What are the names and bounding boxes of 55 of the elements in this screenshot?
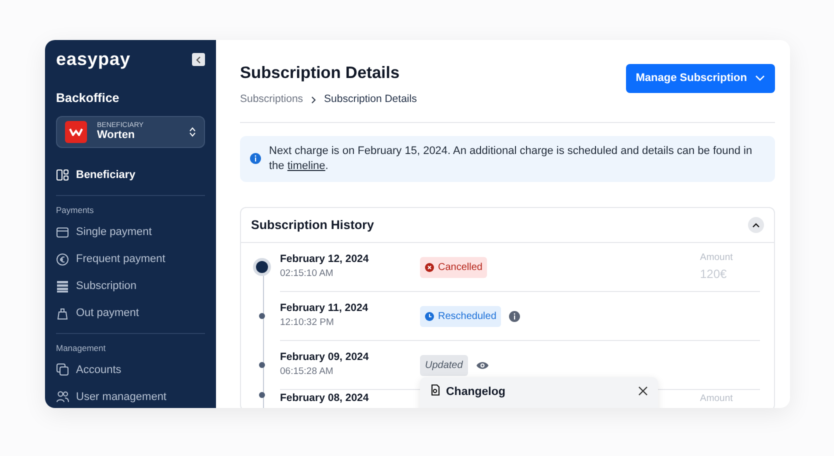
- nav-item[interactable]: Subscription: [56, 272, 205, 300]
- amount-value: 120€: [700, 266, 728, 284]
- copy-icon: [56, 363, 69, 376]
- nav-item[interactable]: Frequent payment: [56, 246, 205, 272]
- status-badge: Rescheduled: [420, 306, 502, 327]
- close-icon[interactable]: [638, 386, 648, 396]
- stack-icon: [56, 280, 69, 292]
- manage-subscription-button[interactable]: Manage Subscription: [626, 64, 775, 92]
- event-time: 02:15:10 AM: [280, 267, 334, 282]
- event-date: February 08, 2024: [280, 392, 370, 406]
- breadcrumb-current: Subscription Details: [324, 92, 417, 107]
- popover-title: Changelog: [446, 385, 506, 400]
- status-badge: Cancelled: [420, 256, 488, 278]
- bag-icon: [56, 306, 69, 320]
- document-icon: [430, 384, 440, 396]
- chevron-right-icon: [311, 96, 316, 104]
- page-title: Subscription Details: [240, 64, 401, 84]
- nav-item[interactable]: Beneficiary: [56, 162, 205, 189]
- card-title: Subscription History: [251, 216, 374, 234]
- nav-item[interactable]: Single payment: [56, 218, 205, 246]
- nav-item[interactable]: User management: [56, 383, 205, 408]
- amount-label: Amount: [700, 251, 734, 266]
- sidebar-title: Backoffice: [56, 90, 120, 107]
- brand-logo-icon: [65, 120, 87, 143]
- status-badge: Updated: [420, 354, 468, 376]
- card-icon: [56, 226, 69, 238]
- amount-label: Amount: [700, 392, 734, 406]
- section-title: Payments: [56, 204, 95, 216]
- clock-icon: [425, 312, 434, 321]
- chevron-left-icon: [196, 56, 201, 64]
- info-icon: [509, 310, 520, 322]
- logo-text: easypay: [56, 48, 131, 71]
- event-date: February 11, 2024: [280, 302, 370, 316]
- event-time: 12:10:32 PM: [280, 316, 335, 330]
- nav-item[interactable]: Out payment: [56, 300, 205, 326]
- section-title: Management: [56, 342, 107, 354]
- timeline-link[interactable]: timeline: [287, 160, 326, 172]
- collapse-toggle[interactable]: [748, 217, 764, 234]
- selector-value: Worten: [97, 128, 136, 142]
- nav-item[interactable]: Accounts: [56, 356, 205, 384]
- chevron-down-icon: [755, 75, 765, 82]
- breadcrumb-link[interactable]: Subscriptions: [240, 92, 304, 108]
- event-date: February 09, 2024: [280, 351, 370, 366]
- collapse-button[interactable]: [192, 53, 205, 66]
- euro-icon: [56, 252, 69, 266]
- eye-icon[interactable]: [476, 360, 489, 370]
- users-icon: [56, 390, 69, 404]
- up-down-icon: [189, 126, 196, 137]
- chevron-up-icon: [752, 222, 760, 228]
- x-circle-icon: [425, 262, 434, 272]
- alert-text: Next charge is on February 15, 2024. An additional charge is scheduled and details can be found in the timeline.: [269, 144, 754, 174]
- event-time: 06:15:28 AM: [280, 365, 334, 380]
- grid-icon: [56, 168, 69, 182]
- event-date: February 12, 2024: [280, 253, 370, 268]
- info-icon: [250, 153, 261, 164]
